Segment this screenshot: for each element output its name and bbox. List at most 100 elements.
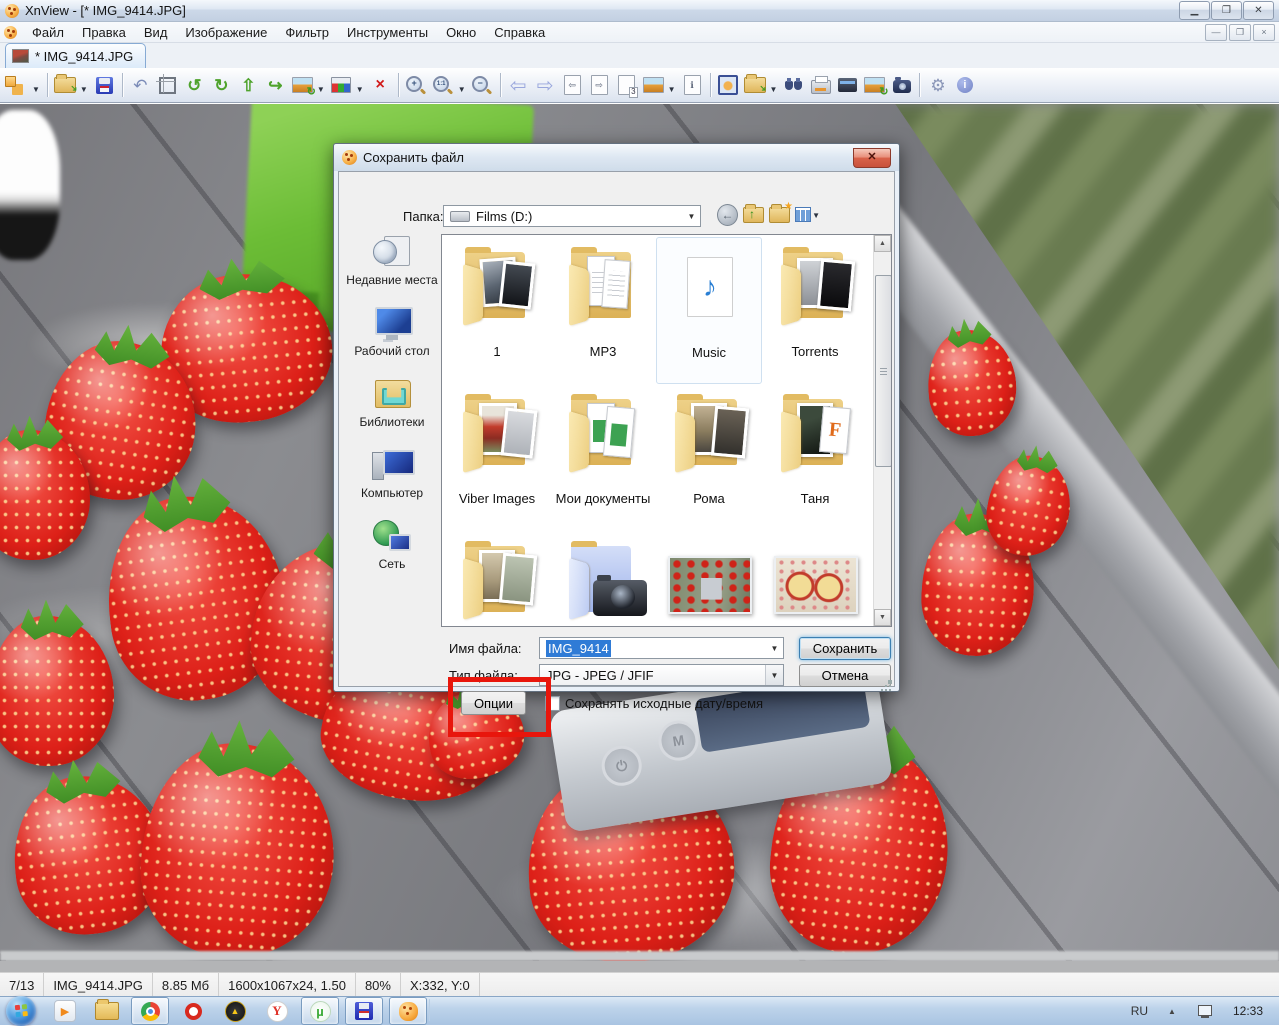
scroll-down-button[interactable]: ▼ [874,609,891,626]
convert-dropdown[interactable]: ▼ [317,85,325,94]
minimize-button[interactable]: ▁ [1179,1,1210,20]
menu-file[interactable]: Файл [23,23,73,42]
cancel-button[interactable]: Отмена [799,664,891,687]
image-info-button[interactable]: ℹ [679,71,706,99]
place-desktop[interactable]: Рабочий стол [354,305,429,359]
start-button[interactable] [6,996,36,1026]
adjust-colors-dropdown[interactable]: ▼ [356,85,364,94]
file-item-1[interactable]: 1 [444,237,550,384]
previous-page-button[interactable]: ⇦ [559,71,586,99]
zoom-out-button[interactable]: − [469,71,496,99]
back-button[interactable]: ← [717,204,738,225]
menu-view[interactable]: Вид [135,23,177,42]
zoom-in-button[interactable]: + [403,71,430,99]
file-item-music[interactable]: ♪ Music [656,237,762,384]
file-item-mp3[interactable]: MP3 [550,237,656,384]
menu-edit[interactable]: Правка [73,23,135,42]
up-folder-button[interactable]: ↑ [743,204,764,225]
acquire-button[interactable] [834,71,861,99]
filename-combobox[interactable]: IMG_9414 ▼ [539,637,784,659]
file-item-torrents[interactable]: Torrents [762,237,868,384]
export-button[interactable] [742,71,769,99]
views-button[interactable]: ▼ [795,204,823,225]
child-restore-button[interactable]: ❐ [1229,24,1251,41]
capture-button[interactable] [888,71,915,99]
previous-image-button[interactable]: ⇦ [505,71,532,99]
place-computer[interactable]: Компьютер [361,447,423,501]
filename-dropdown-arrow[interactable]: ▼ [766,638,783,658]
search-button[interactable] [780,71,807,99]
save-confirm-button[interactable]: Сохранить [799,637,891,660]
next-image-button[interactable]: ⇨ [532,71,559,99]
taskbar-media-player[interactable]: ▶ [47,998,83,1024]
convert-button[interactable] [289,71,316,99]
file-list-scrollbar[interactable]: ▲ ▼ [873,235,891,626]
rotate-right-button[interactable]: ↻ [208,71,235,99]
zoom-1-1-button[interactable]: 1:1 [430,71,457,99]
about-button[interactable]: i [951,71,978,99]
child-minimize-button[interactable]: — [1205,24,1227,41]
filetype-dropdown-arrow[interactable]: ▼ [765,665,783,685]
taskbar-aimp[interactable]: ▲ [217,998,253,1024]
multipage-button[interactable] [613,71,640,99]
place-libraries[interactable]: Библиотеки [359,376,424,430]
save-button[interactable] [91,71,118,99]
move-up-button[interactable]: ⇧ [235,71,262,99]
zoom-dropdown[interactable]: ▼ [458,85,466,94]
menu-tools[interactable]: Инструменты [338,23,437,42]
fullscreen-button[interactable] [715,71,742,99]
dialog-close-button[interactable]: ✕ [853,148,891,168]
place-network[interactable]: Сеть [371,518,413,572]
views-dropdown[interactable]: ▼ [812,211,820,220]
folder-dropdown-arrow[interactable]: ▼ [683,206,700,226]
dialog-resize-grip[interactable] [888,680,892,684]
file-item-my-documents[interactable]: Мои документы [550,384,656,531]
tray-expand-icon[interactable]: ▲ [1158,1007,1186,1016]
browser-button[interactable] [4,71,31,99]
settings-button[interactable]: ⚙ [924,71,951,99]
file-item-tanya[interactable]: F Таня [762,384,868,531]
batch-convert-button[interactable] [861,71,888,99]
undo-button[interactable]: ↶ [127,71,154,99]
taskbar-explorer[interactable] [89,998,125,1024]
network-tray-icon[interactable] [1198,1005,1213,1017]
open-dropdown[interactable]: ▼ [80,85,88,94]
taskbar-utorrent[interactable]: µ [301,997,339,1025]
next-page-button[interactable]: ⇨ [586,71,613,99]
export-dropdown[interactable]: ▼ [770,85,778,94]
child-close-button[interactable]: × [1253,24,1275,41]
taskbar-save-app[interactable] [345,997,383,1025]
adjust-colors-button[interactable] [328,71,355,99]
menu-image[interactable]: Изображение [176,23,276,42]
slideshow-dropdown[interactable]: ▼ [668,85,676,94]
menu-filter[interactable]: Фильтр [276,23,338,42]
slideshow-button[interactable] [640,71,667,99]
file-item-photos-folder[interactable] [444,531,550,627]
menu-window[interactable]: Окно [437,23,485,42]
browser-dropdown[interactable]: ▼ [32,85,40,94]
file-item-viber-images[interactable]: Viber Images [444,384,550,531]
taskbar-chrome[interactable] [131,997,169,1025]
close-button[interactable]: ✕ [1243,1,1274,20]
file-item-roma[interactable]: Рома [656,384,762,531]
clock[interactable]: 12:33 [1225,1004,1279,1018]
filetype-combobox[interactable]: JPG - JPEG / JFIF ▼ [539,664,784,686]
tab-img-9414[interactable]: * IMG_9414.JPG [5,43,146,68]
rotate-left-button[interactable]: ↺ [181,71,208,99]
file-item-strawberry-photo[interactable] [656,531,762,627]
restore-button[interactable]: ❐ [1211,1,1242,20]
file-item-camera-folder[interactable] [550,531,656,627]
new-folder-button[interactable]: ★ [769,204,790,225]
taskbar-opera[interactable] [175,998,211,1024]
delete-button[interactable]: × [367,71,394,99]
language-indicator[interactable]: RU [1121,1004,1158,1018]
dialog-title-bar[interactable]: Сохранить файл ✕ [334,144,899,171]
crop-button[interactable] [154,71,181,99]
scroll-up-button[interactable]: ▲ [874,235,891,252]
folder-combobox[interactable]: Films (D:) ▼ [443,205,701,227]
menu-help[interactable]: Справка [485,23,554,42]
scroll-thumb[interactable] [875,275,892,467]
place-recent[interactable]: Недавние места [346,234,437,288]
file-item-apples-photo[interactable] [762,531,868,627]
open-button[interactable] [52,71,79,99]
